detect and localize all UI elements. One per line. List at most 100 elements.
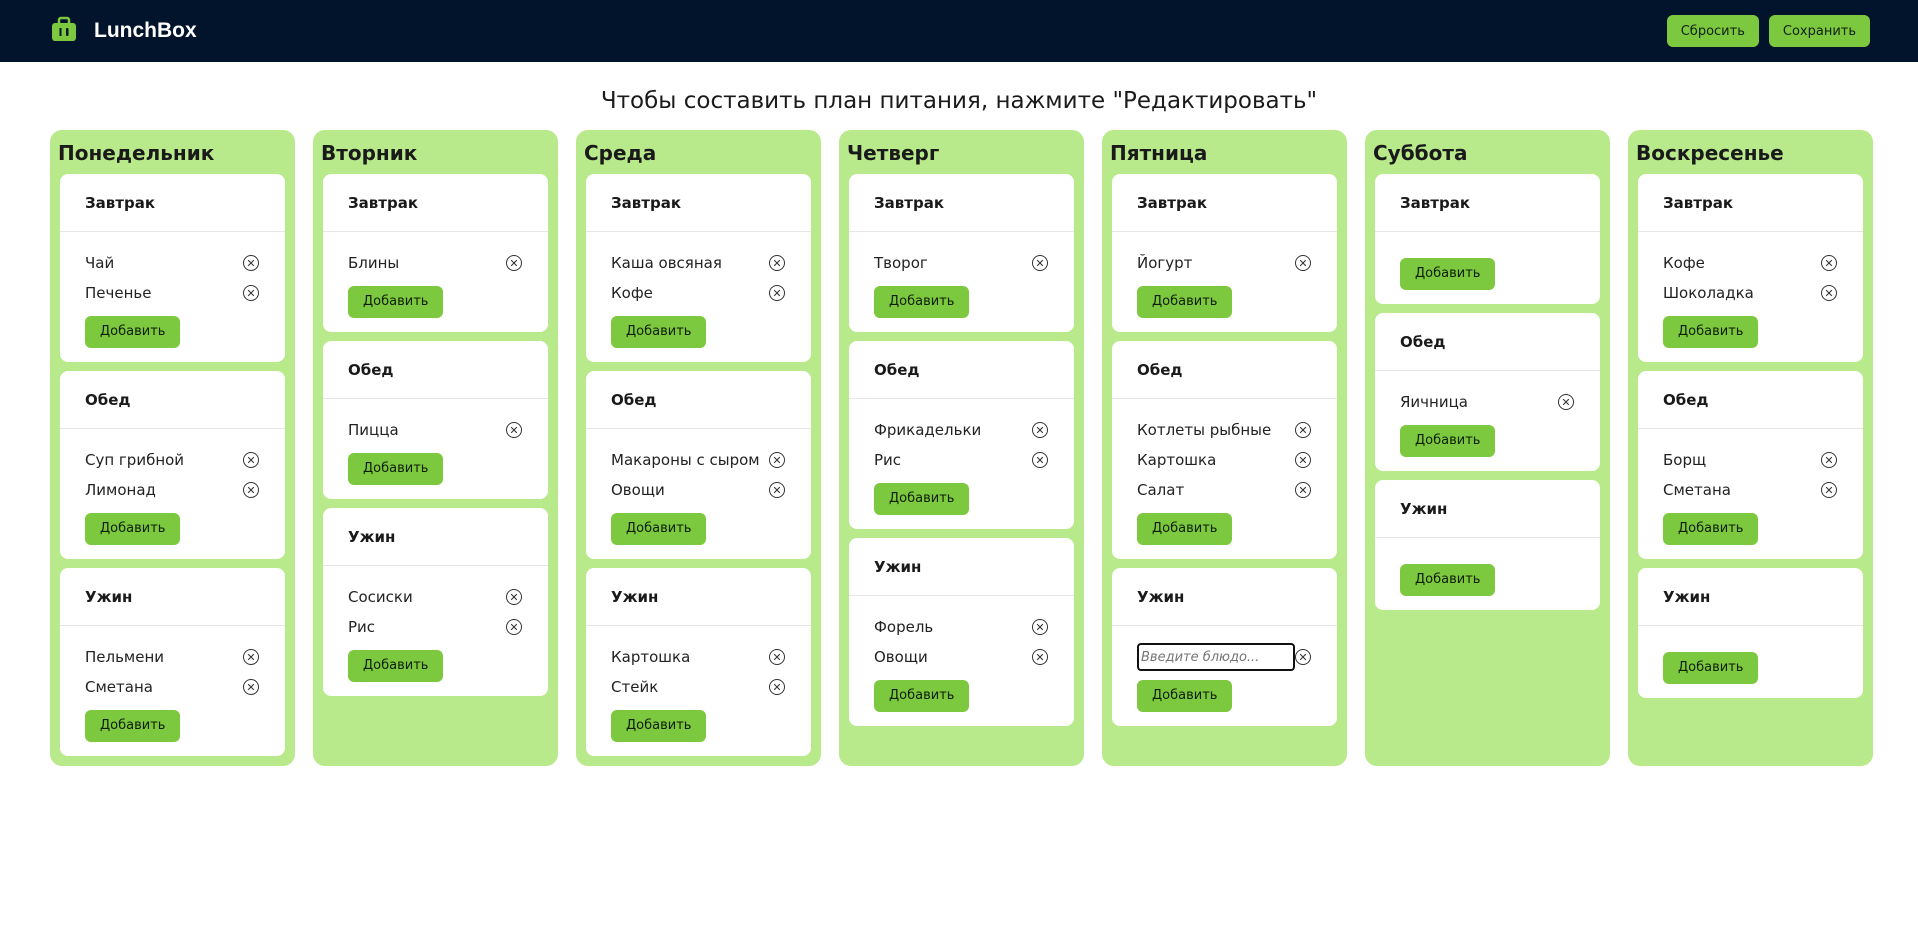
dish-item: Овощи ✕ [611,475,786,505]
remove-icon[interactable]: ✕ [1821,452,1837,468]
day-column: Четверг Завтрак Творог ✕ Добавить Обед Фрикаде… [839,130,1084,766]
add-dish-button[interactable]: Добавить [348,650,444,682]
add-dish-button[interactable]: Добавить [1137,513,1233,545]
dish-item: Рис ✕ [348,612,523,642]
remove-icon[interactable]: ✕ [769,255,785,271]
remove-icon[interactable]: ✕ [769,452,785,468]
dish-item: Пицца ✕ [348,415,523,445]
day-column: Воскресенье Завтрак Кофе ✕ Шоколадка ✕ Добавит… [1628,130,1873,766]
meal-title: Обед [323,341,548,399]
remove-icon[interactable]: ✕ [1032,422,1048,438]
remove-icon[interactable]: ✕ [1032,255,1048,271]
remove-icon[interactable]: ✕ [506,422,522,438]
remove-icon[interactable]: ✕ [243,452,259,468]
add-dish-button[interactable]: Добавить [1400,258,1496,290]
remove-icon[interactable]: ✕ [1295,649,1311,665]
remove-icon[interactable]: ✕ [506,589,522,605]
dish-item: Сосиски ✕ [348,582,523,612]
add-dish-button[interactable]: Добавить [874,680,970,712]
day-title: Суббота [1373,141,1468,165]
dish-name: Чай [85,254,115,272]
add-dish-button[interactable]: Добавить [85,316,181,348]
dish-name: Салат [1137,481,1185,499]
add-dish-button[interactable]: Добавить [1137,680,1233,712]
meal-body: Блины ✕ Добавить [323,232,548,332]
dish-input[interactable] [1137,643,1295,671]
add-dish-button[interactable]: Добавить [611,316,707,348]
add-dish-button[interactable]: Добавить [1663,513,1759,545]
meal-body: Форель ✕ Овощи ✕ Добавить [849,596,1074,726]
dish-name: Картошка [611,648,691,666]
week-plan: Понедельник Завтрак Чай ✕ Печенье ✕ Добавить Об… [50,130,1873,766]
day-column: Среда Завтрак Каша овсяная ✕ Кофе ✕ Добавить Об… [576,130,821,766]
add-dish-button[interactable]: Добавить [85,710,181,742]
remove-icon[interactable]: ✕ [1032,649,1048,665]
remove-icon[interactable]: ✕ [1032,619,1048,635]
add-dish-button[interactable]: Добавить [85,513,181,545]
meal-card: Обед Пицца ✕ Добавить [323,341,548,499]
dish-name: Пицца [348,421,399,439]
remove-icon[interactable]: ✕ [769,649,785,665]
remove-icon[interactable]: ✕ [1558,394,1574,410]
add-dish-button[interactable]: Добавить [611,513,707,545]
dish-name: Стейк [611,678,659,696]
add-dish-button[interactable]: Добавить [874,483,970,515]
dish-name: Фрикадельки [874,421,982,439]
day-title: Четверг [847,141,940,165]
dish-name: Кофе [611,284,653,302]
add-dish-button[interactable]: Добавить [874,286,970,318]
remove-icon[interactable]: ✕ [243,255,259,271]
meal-card: Завтрак Добавить [1375,174,1600,304]
remove-icon[interactable]: ✕ [769,285,785,301]
add-dish-button[interactable]: Добавить [1663,316,1759,348]
meal-card: Ужин ✕ Добавить [1112,568,1337,726]
meal-card: Завтрак Блины ✕ Добавить [323,174,548,332]
meal-card: Обед Суп грибной ✕ Лимонад ✕ Добавить [60,371,285,559]
dish-name: Макароны с сыром [611,451,760,469]
dish-name: Форель [874,618,934,636]
dish-name: Сметана [1663,481,1731,499]
remove-icon[interactable]: ✕ [1295,452,1311,468]
remove-icon[interactable]: ✕ [1821,482,1837,498]
meal-title: Обед [586,371,811,429]
meal-title: Ужин [1112,568,1337,626]
dish-item: Котлеты рыбные ✕ [1137,415,1312,445]
remove-icon[interactable]: ✕ [1295,482,1311,498]
remove-icon[interactable]: ✕ [243,482,259,498]
remove-icon[interactable]: ✕ [506,619,522,635]
app-header: LunchBox Сбросить Сохранить [0,0,1918,62]
remove-icon[interactable]: ✕ [1295,422,1311,438]
remove-icon[interactable]: ✕ [769,679,785,695]
meal-body: Котлеты рыбные ✕ Картошка ✕ Салат ✕ Добавить [1112,399,1337,559]
add-dish-button[interactable]: Добавить [348,453,444,485]
dish-name: Котлеты рыбные [1137,421,1272,439]
add-dish-button[interactable]: Добавить [1400,425,1496,457]
remove-icon[interactable]: ✕ [243,285,259,301]
remove-icon[interactable]: ✕ [243,679,259,695]
app-name: LunchBox [94,19,197,42]
remove-icon[interactable]: ✕ [243,649,259,665]
remove-icon[interactable]: ✕ [1821,255,1837,271]
meal-body: Картошка ✕ Стейк ✕ Добавить [586,626,811,756]
add-dish-button[interactable]: Добавить [1663,652,1759,684]
meal-title: Ужин [849,538,1074,596]
remove-icon[interactable]: ✕ [506,255,522,271]
dish-item: Картошка ✕ [611,642,786,672]
remove-icon[interactable]: ✕ [1295,255,1311,271]
save-button[interactable]: Сохранить [1768,15,1870,47]
meal-card: Ужин Пельмени ✕ Сметана ✕ Добавить [60,568,285,756]
dish-item: Сметана ✕ [1663,475,1838,505]
brand[interactable]: LunchBox [50,15,197,47]
add-dish-button[interactable]: Добавить [1400,564,1496,596]
add-dish-button[interactable]: Добавить [348,286,444,318]
remove-icon[interactable]: ✕ [1821,285,1837,301]
meal-card: Ужин Картошка ✕ Стейк ✕ Добавить [586,568,811,756]
meal-title: Ужин [586,568,811,626]
day-column: Суббота Завтрак Добавить Обед Яичница ✕ Добави… [1365,130,1610,766]
remove-icon[interactable]: ✕ [1032,452,1048,468]
add-dish-button[interactable]: Добавить [611,710,707,742]
reset-button[interactable]: Сбросить [1666,15,1759,47]
dish-name: Борщ [1663,451,1707,469]
remove-icon[interactable]: ✕ [769,482,785,498]
add-dish-button[interactable]: Добавить [1137,286,1233,318]
